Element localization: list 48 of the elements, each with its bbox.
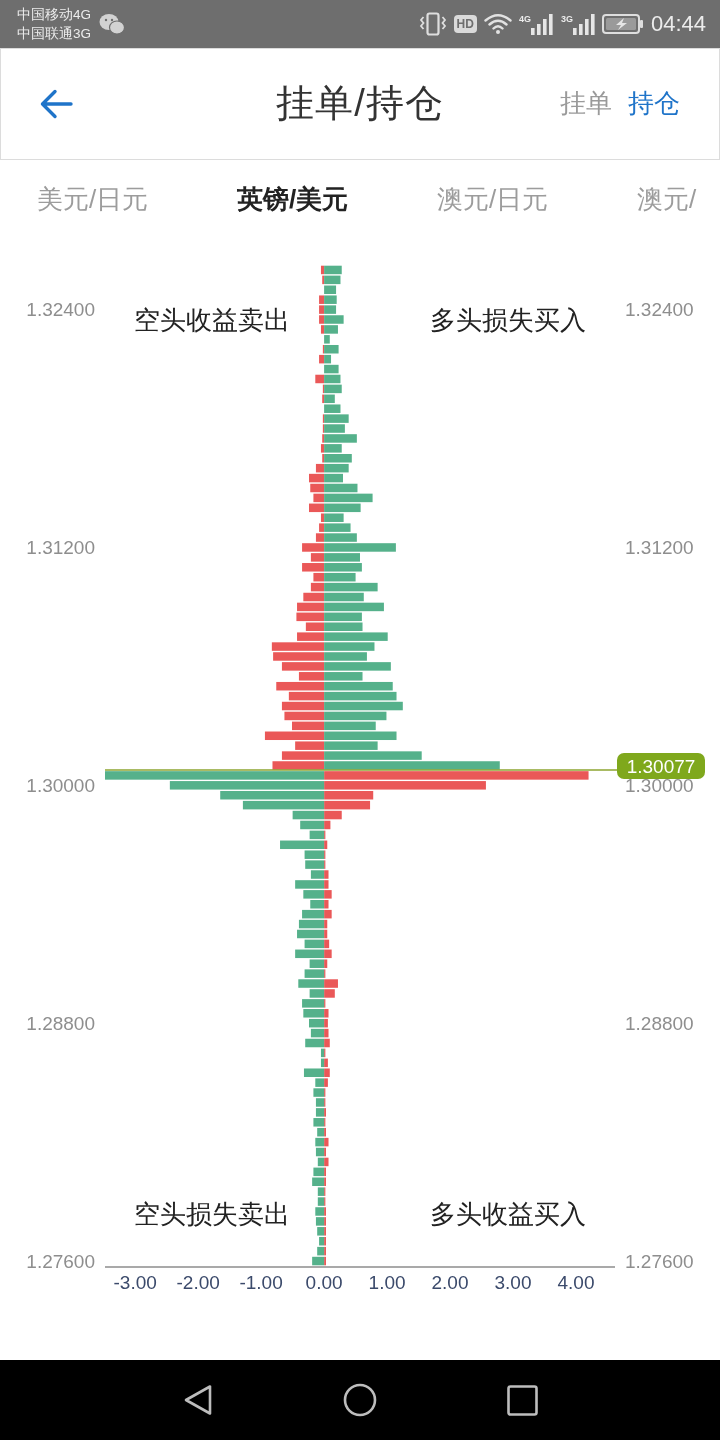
quadrant-label: 空头损失卖出 [134,1199,290,1229]
network-type-label: 4G [518,14,531,24]
currency-tab[interactable]: 澳元/ [600,183,720,217]
value-axis-label: 2.00 [431,1271,469,1293]
price-axis-label: 1.32400 [625,299,694,321]
signal-icon [530,13,553,35]
value-axis-label: -3.00 [113,1271,157,1293]
chat-bubbles-icon [99,13,125,35]
currency-tab[interactable]: 英镑/美元 [200,183,400,217]
price-axis-label: 1.30000 [26,774,95,796]
price-axis-label: 1.31200 [26,537,95,558]
price-axis-label: 1.31200 [625,537,694,558]
quadrant-label: 多头损失买入 [430,305,586,335]
value-axis-label: 0.00 [305,1271,343,1293]
mode-toggle[interactable]: 挂单 [560,88,612,120]
square-icon[interactable] [506,1384,538,1416]
mode-toggle[interactable]: 持仓 [628,88,680,120]
price-axis-label: 1.32400 [26,299,95,321]
currency-tab[interactable]: 澳元/日元 [400,183,600,217]
quadrant-label: 空头收益卖出 [134,305,290,335]
carrier-label: 中国移动4G [17,6,91,24]
value-axis-label: 1.00 [368,1271,406,1293]
value-axis-label: -2.00 [176,1271,220,1293]
hd-badge: HD [453,15,477,33]
battery-charging-icon [601,14,644,34]
position-bar [273,652,325,661]
price-axis-label: 1.28800 [625,1012,694,1034]
page-title: 挂单/持仓 [276,81,444,127]
value-axis-label: 3.00 [494,1271,532,1293]
wifi-icon [483,13,512,35]
currency-tab[interactable]: 美元/日元 [0,183,200,217]
ref-line-label: 1.30077 [626,755,696,777]
back-button[interactable] [39,89,73,119]
price-axis-label: 1.27600 [625,1250,694,1272]
value-axis-label: 4.00 [557,1271,595,1293]
network-type-label: 3G [560,14,573,24]
price-axis-label: 1.28800 [26,1012,95,1034]
triangle-icon[interactable] [182,1384,213,1416]
signal-icon [572,13,595,35]
circle-icon[interactable] [342,1383,377,1417]
clock-time: 04:44 [650,11,706,37]
carrier-label: 中国联通3G [17,25,91,43]
price-axis-label: 1.27600 [26,1250,95,1272]
vibrate-icon [418,12,447,36]
quadrant-label: 多头收益买入 [430,1199,586,1229]
value-axis-label: -1.00 [239,1271,283,1293]
back-arrow-icon [39,89,73,119]
current-price-tag: 1.30077 [617,753,705,780]
